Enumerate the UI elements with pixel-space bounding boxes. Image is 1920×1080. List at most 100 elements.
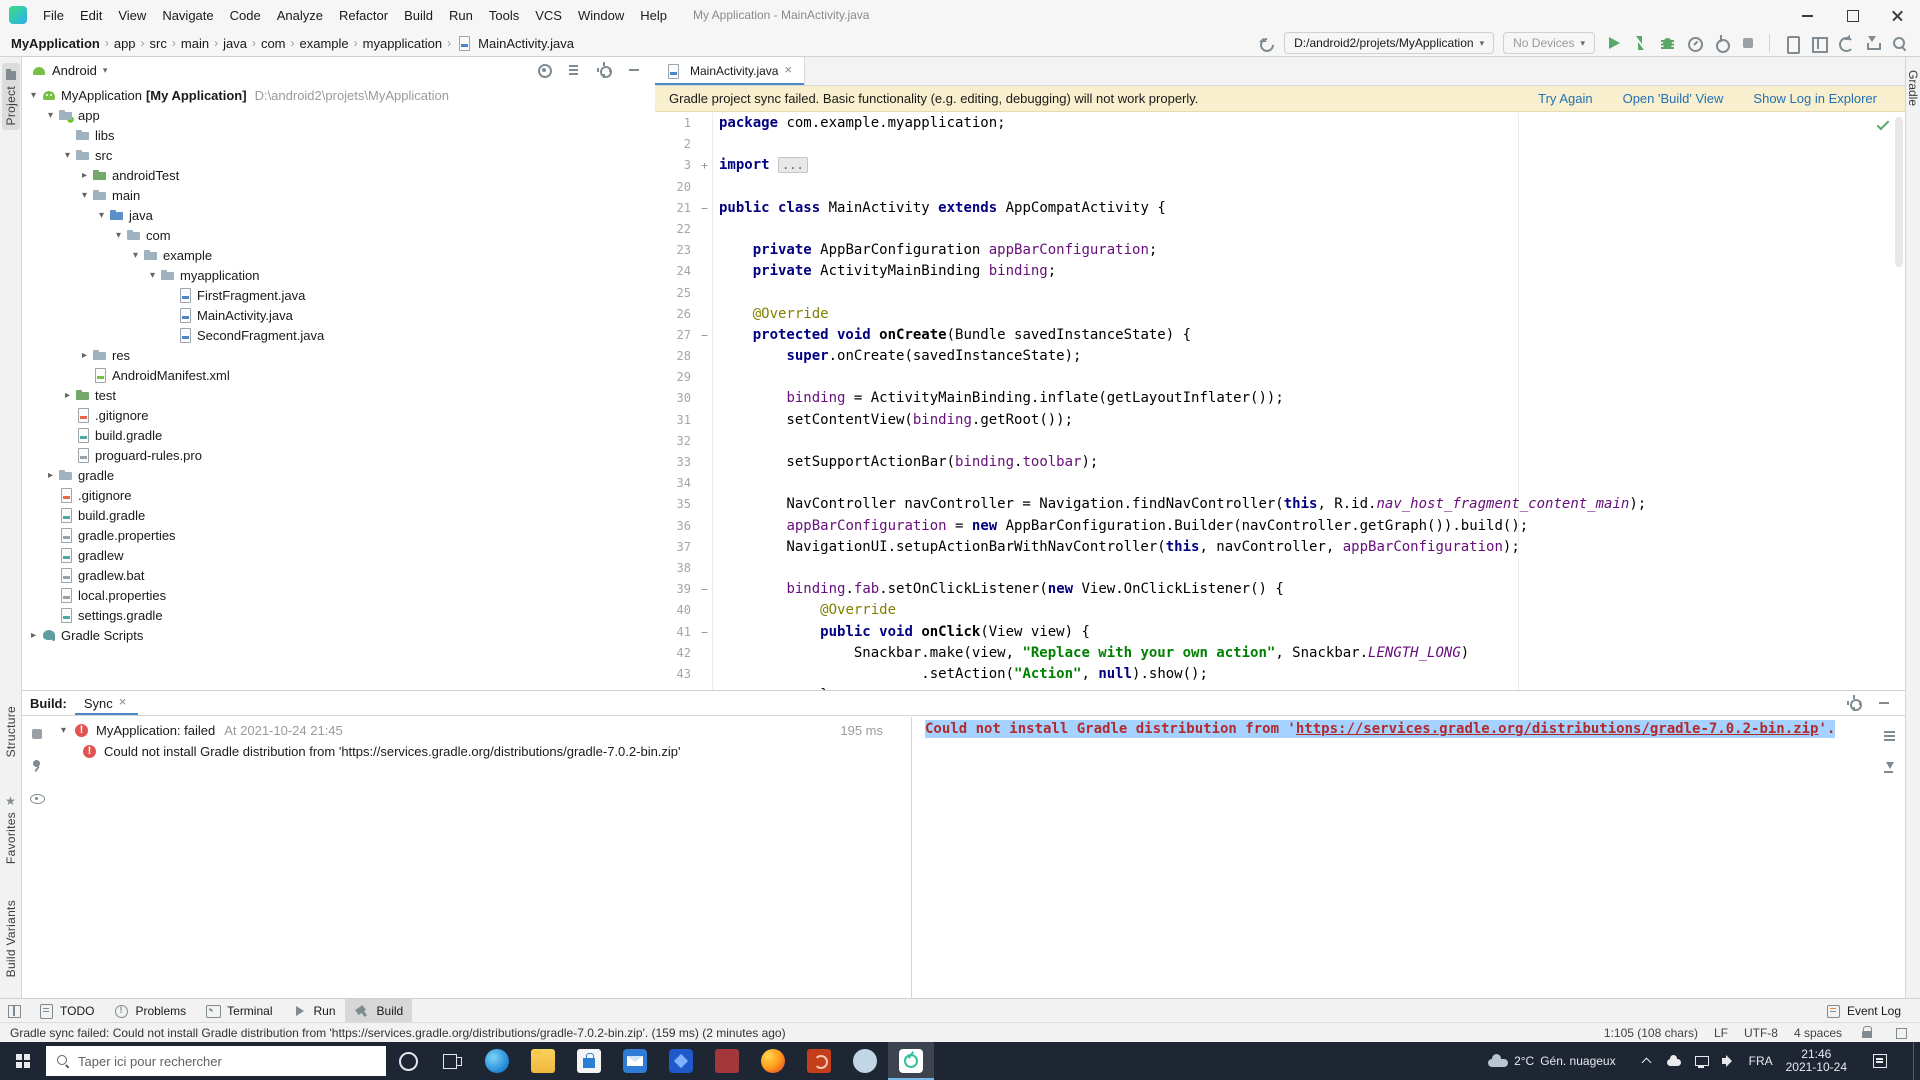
code-text[interactable]: NavigationUI.setupActionBarWithNavContro… (719, 537, 1520, 558)
build-tab-sync[interactable]: Sync (75, 691, 138, 715)
tree-item-androidtest[interactable]: ▸androidTest (22, 165, 655, 185)
code-text[interactable]: binding = ActivityMainBinding.inflate(ge… (719, 388, 1284, 409)
menu-run[interactable]: Run (441, 5, 481, 26)
tree-item-test[interactable]: ▸test (22, 385, 655, 405)
fold-marker-icon[interactable]: − (697, 622, 713, 643)
tree-item-proguard-rules-pro[interactable]: proguard-rules.pro (22, 445, 655, 465)
tree-toggle-icon[interactable]: ▾ (56, 725, 71, 736)
tree-item-main[interactable]: ▾main (22, 185, 655, 205)
project-tab[interactable]: Project (2, 63, 20, 130)
volume-icon[interactable] (1720, 1053, 1736, 1069)
run-button[interactable] (1604, 34, 1622, 52)
tree-toggle-icon[interactable]: ▸ (60, 390, 75, 401)
banner-action-try-again[interactable]: Try Again (1538, 91, 1592, 106)
event-log-tab[interactable]: Event Log (1815, 999, 1910, 1022)
tray-expand-icon[interactable] (1641, 1055, 1653, 1067)
code-text[interactable]: public class MainActivity extends AppCom… (719, 198, 1166, 219)
tree-item-secondfragment-java[interactable]: SecondFragment.java (22, 325, 655, 345)
menu-refactor[interactable]: Refactor (331, 5, 396, 26)
mail-icon[interactable] (612, 1042, 658, 1080)
tree-toggle-icon[interactable]: ▾ (26, 90, 41, 101)
tree-item-src[interactable]: ▾src (22, 145, 655, 165)
build-tab[interactable]: Build (345, 999, 413, 1022)
tree-item-myapplication[interactable]: ▾myapplication (22, 265, 655, 285)
tree-item-gradlew-bat[interactable]: gradlew.bat (22, 565, 655, 585)
file-encoding[interactable]: UTF-8 (1744, 1026, 1778, 1040)
onedrive-icon[interactable] (1666, 1053, 1682, 1069)
firefox-icon[interactable] (750, 1042, 796, 1080)
menu-code[interactable]: Code (222, 5, 269, 26)
tree-toggle-icon[interactable]: ▾ (43, 110, 58, 121)
code-text[interactable]: .setAction("Action", null).show(); (719, 664, 1208, 685)
apply-changes-button[interactable] (1631, 34, 1649, 52)
tree-toggle-icon[interactable]: ▾ (145, 270, 160, 281)
build-console[interactable]: Could not install Gradle distribution fr… (913, 717, 1905, 998)
start-button[interactable] (0, 1042, 46, 1080)
undo-icon[interactable] (1257, 34, 1275, 52)
pin-tab-button[interactable] (28, 757, 46, 775)
stop-button[interactable] (1739, 34, 1757, 52)
skype-icon[interactable] (842, 1042, 888, 1080)
scroll-to-end-button[interactable] (1881, 759, 1899, 777)
cortana-button[interactable] (386, 1042, 430, 1080)
code-text[interactable]: binding.fab.setOnClickListener(new View.… (719, 579, 1284, 600)
code-text[interactable]: package com.example.myapplication; (719, 113, 1006, 134)
tree-item-gradle[interactable]: ▸gradle (22, 465, 655, 485)
tree-item-java[interactable]: ▾java (22, 205, 655, 225)
tree-toggle-icon[interactable]: ▾ (128, 250, 143, 261)
taskbar-search-input[interactable] (78, 1054, 358, 1069)
tree-item-mainactivity-java[interactable]: MainActivity.java (22, 305, 655, 325)
collapse-all-button[interactable] (565, 61, 583, 79)
tree-item-gitignore[interactable]: .gitignore (22, 485, 655, 505)
weather-widget[interactable]: 2°C Gén. nuageux (1488, 1054, 1616, 1068)
editor-scrollbar[interactable] (1895, 117, 1903, 267)
device-manager-button[interactable] (1782, 34, 1800, 52)
tree-toggle-icon[interactable]: ▸ (77, 350, 92, 361)
menu-vcs[interactable]: VCS (527, 5, 570, 26)
code-text[interactable]: Snackbar.make(view, "Replace with your o… (719, 643, 1469, 664)
taskbar-clock[interactable]: 21:46 2021-10-24 (1786, 1048, 1847, 1074)
hide-panel-button[interactable] (625, 61, 643, 79)
code-text[interactable]: private AppBarConfiguration appBarConfig… (719, 240, 1157, 261)
microsoft-store-icon[interactable] (566, 1042, 612, 1080)
tree-item-libs[interactable]: libs (22, 125, 655, 145)
tree-item-build-gradle[interactable]: build.gradle (22, 505, 655, 525)
console-link[interactable]: https://services.gradle.org/distribution… (1296, 721, 1819, 737)
code-text[interactable]: import ... (719, 155, 808, 176)
banner-action-open-build-view[interactable]: Open 'Build' View (1623, 91, 1724, 106)
file-explorer-icon[interactable] (520, 1042, 566, 1080)
stop-build-button[interactable] (28, 725, 46, 743)
code-text[interactable]: protected void onCreate(Bundle savedInst… (719, 325, 1191, 346)
breadcrumb-item-example[interactable]: example (299, 36, 350, 51)
tree-toggle-icon[interactable]: ▾ (111, 230, 126, 241)
problems-tab[interactable]: Problems (103, 999, 195, 1022)
keyboard-language[interactable]: FRA (1749, 1054, 1773, 1068)
code-text[interactable]: setContentView(binding.getRoot()); (719, 410, 1073, 431)
tree-item-firstfragment-java[interactable]: FirstFragment.java (22, 285, 655, 305)
device-select[interactable]: No Devices ▾ (1503, 32, 1595, 54)
network-icon[interactable] (1693, 1053, 1709, 1069)
breadcrumb-item-src[interactable]: src (149, 36, 168, 51)
terminal-tab[interactable]: Terminal (195, 999, 281, 1022)
readonly-lock-icon[interactable] (1858, 1024, 1876, 1042)
minimize-button[interactable] (1785, 0, 1830, 30)
breadcrumb-item-main[interactable]: main (180, 36, 210, 51)
taskbar-search[interactable] (46, 1046, 386, 1076)
breadcrumb-item-app[interactable]: app (113, 36, 137, 51)
tree-item-res[interactable]: ▸res (22, 345, 655, 365)
menu-tools[interactable]: Tools (481, 5, 527, 26)
console-selection[interactable]: Could not install Gradle distribution fr… (925, 720, 1835, 738)
breadcrumb-item-java[interactable]: java (222, 36, 248, 51)
tree-toggle-icon[interactable]: ▾ (77, 190, 92, 201)
fold-marker-icon[interactable]: − (697, 198, 713, 219)
code-text[interactable]: @Override (719, 304, 829, 325)
code-text[interactable]: super.onCreate(savedInstanceState); (719, 346, 1081, 367)
gradle-tab[interactable]: Gradle (1904, 65, 1920, 111)
tree-item-gradle-scripts[interactable]: ▸Gradle Scripts (22, 625, 655, 645)
code-text[interactable]: setSupportActionBar(binding.toolbar); (719, 452, 1098, 473)
tree-toggle-icon[interactable]: ▸ (43, 470, 58, 481)
profile-button[interactable] (1685, 34, 1703, 52)
favorites-tab[interactable]: ★Favorites (2, 789, 20, 869)
android-studio-icon[interactable] (888, 1042, 934, 1080)
breadcrumb-item-myapplication[interactable]: MyApplication (10, 36, 101, 51)
